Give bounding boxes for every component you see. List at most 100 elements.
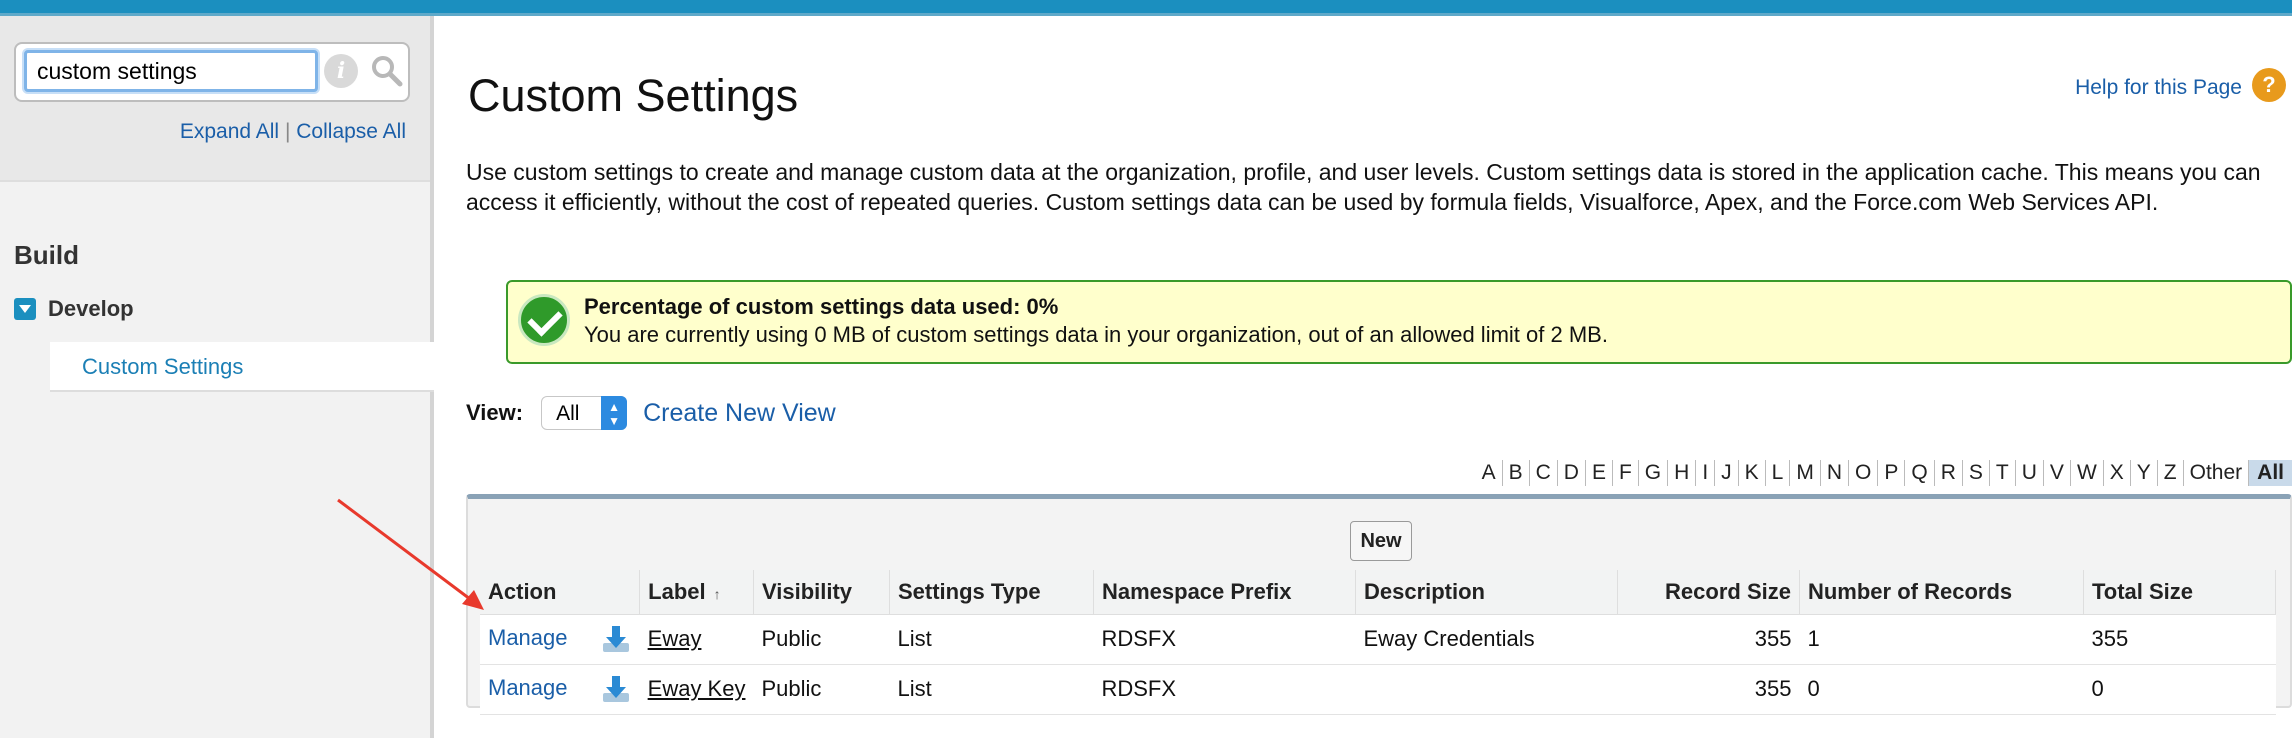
help-icon[interactable]: ? xyxy=(2252,68,2286,102)
alphabet-filter-letter[interactable]: E xyxy=(1586,460,1613,486)
alphabet-filter-letter[interactable]: Other xyxy=(2184,460,2250,486)
column-header-visibility[interactable]: Visibility xyxy=(753,570,890,615)
download-icon[interactable] xyxy=(600,673,632,705)
label-link[interactable]: Eway xyxy=(648,626,702,651)
usage-notice: Percentage of custom settings data used:… xyxy=(506,280,2292,364)
usage-notice-text: You are currently using 0 MB of custom s… xyxy=(584,322,1608,347)
alphabet-filter-letter[interactable]: M xyxy=(1790,460,1821,486)
visibility-cell: Public xyxy=(753,614,890,665)
alphabet-filter-letter[interactable]: T xyxy=(1990,460,2016,486)
sort-ascending-icon: ↑ xyxy=(713,585,721,602)
settings-type-cell: List xyxy=(889,614,1094,665)
help-link[interactable]: Help for this Page xyxy=(2075,76,2242,100)
alphabet-filter-letter[interactable]: Z xyxy=(2158,460,2184,486)
select-arrows-icon: ▲ ▼ xyxy=(601,396,628,430)
table-row: Manage Eway Key Public List RDSFX 355 0 xyxy=(480,664,2276,715)
custom-settings-list: New Action Label ↑ Visibility Settings Ty… xyxy=(466,494,2292,715)
record-size-cell: 355 xyxy=(1617,614,1800,665)
alphabet-filter-letter[interactable]: K xyxy=(1739,460,1766,486)
custom-settings-table: Action Label ↑ Visibility Settings Type N… xyxy=(480,570,2277,715)
sidebar-item-custom-settings[interactable]: Custom Settings xyxy=(50,342,434,392)
column-header-namespace-prefix[interactable]: Namespace Prefix xyxy=(1093,570,1356,615)
alphabet-filter-letter[interactable]: Y xyxy=(2131,460,2158,486)
visibility-cell: Public xyxy=(753,664,890,715)
total-size-cell: 0 xyxy=(2083,664,2276,715)
quick-find-input[interactable] xyxy=(24,50,318,92)
column-header-description[interactable]: Description xyxy=(1355,570,1618,615)
alphabet-filter-letter[interactable]: B xyxy=(1503,460,1530,486)
search-icon[interactable] xyxy=(368,52,404,88)
number-of-records-cell: 0 xyxy=(1799,664,2084,715)
column-header-settings-type[interactable]: Settings Type xyxy=(889,570,1094,615)
new-button[interactable]: New xyxy=(1350,521,1412,561)
manage-link[interactable]: Manage xyxy=(488,625,568,650)
alphabet-filter-letter[interactable]: J xyxy=(1715,460,1739,486)
alphabet-filter-letter[interactable]: Q xyxy=(1905,460,1935,486)
link-separator: | xyxy=(284,120,291,143)
annotation-arrow-icon xyxy=(337,498,484,610)
namespace-prefix-cell: RDSFX xyxy=(1093,664,1356,715)
record-size-cell: 355 xyxy=(1617,664,1800,715)
label-cell: Eway xyxy=(639,614,754,665)
alphabet-filter: A B C D E F G H I J K L M N O P Q R S T U V W X Y Z Other All xyxy=(1476,460,2292,486)
alphabet-filter-letter[interactable]: All xyxy=(2249,460,2292,486)
alphabet-filter-letter[interactable]: X xyxy=(2104,460,2131,486)
download-icon[interactable] xyxy=(600,623,632,655)
alphabet-filter-letter[interactable]: W xyxy=(2071,460,2104,486)
setup-tree: Build Develop Custom Settings xyxy=(0,180,434,738)
alphabet-filter-letter[interactable]: P xyxy=(1878,460,1906,486)
top-brand-bar xyxy=(0,0,2292,16)
view-select-value: All xyxy=(556,402,580,425)
column-header-total-size[interactable]: Total Size xyxy=(2083,570,2277,615)
column-header-number-of-records[interactable]: Number of Records xyxy=(1799,570,2084,615)
action-cell: Manage xyxy=(480,664,640,715)
table-row: Manage Eway Public List RDSFX Eway Crede… xyxy=(480,614,2276,665)
alphabet-filter-letter[interactable]: U xyxy=(2016,460,2044,486)
label-cell: Eway Key xyxy=(639,664,754,715)
develop-node[interactable]: Develop xyxy=(14,296,134,322)
column-header-action: Action xyxy=(480,570,641,615)
alphabet-filter-letter[interactable]: R xyxy=(1935,460,1963,486)
sidebar: i Expand All | Collapse All Build Develo… xyxy=(0,16,434,738)
column-header-label[interactable]: Label ↑ xyxy=(639,570,754,615)
alphabet-filter-letter[interactable]: C xyxy=(1530,460,1558,486)
label-link[interactable]: Eway Key xyxy=(648,676,746,701)
collapse-all-link[interactable]: Collapse All xyxy=(296,120,406,143)
alphabet-filter-letter[interactable]: O xyxy=(1849,460,1879,486)
expand-collapse-links: Expand All | Collapse All xyxy=(180,120,406,144)
view-select[interactable]: All ▲ ▼ xyxy=(541,396,628,430)
page-title: Custom Settings xyxy=(468,70,799,121)
column-header-label-text: Label xyxy=(648,578,706,604)
number-of-records-cell: 1 xyxy=(1799,614,2084,665)
alphabet-filter-letter[interactable]: G xyxy=(1639,460,1669,486)
create-new-view-link[interactable]: Create New View xyxy=(643,399,836,428)
develop-label[interactable]: Develop xyxy=(48,296,134,322)
alphabet-filter-letter[interactable]: I xyxy=(1696,460,1716,486)
alphabet-filter-letter[interactable]: F xyxy=(1613,460,1639,486)
expand-all-link[interactable]: Expand All xyxy=(180,120,279,143)
column-header-record-size[interactable]: Record Size xyxy=(1617,570,1800,615)
collapse-toggle-icon[interactable] xyxy=(14,298,36,320)
alphabet-filter-letter[interactable]: A xyxy=(1476,460,1503,486)
description-cell xyxy=(1355,664,1618,715)
quick-find-box: i xyxy=(14,42,410,102)
info-icon[interactable]: i xyxy=(324,54,358,88)
main-content: Custom Settings Help for this Page ? Use… xyxy=(466,16,2292,738)
view-selector-row: View: All ▲ ▼ Create New View xyxy=(466,396,836,430)
table-header-row: Action Label ↑ Visibility Settings Type N… xyxy=(480,570,2277,615)
action-cell: Manage xyxy=(480,614,640,665)
alphabet-filter-letter[interactable]: V xyxy=(2044,460,2071,486)
total-size-cell: 355 xyxy=(2083,614,2276,665)
alphabet-filter-letter[interactable]: D xyxy=(1558,460,1586,486)
settings-type-cell: List xyxy=(889,664,1094,715)
alphabet-filter-letter[interactable]: L xyxy=(1766,460,1791,486)
alphabet-filter-letter[interactable]: H xyxy=(1668,460,1697,486)
alphabet-filter-letter[interactable]: N xyxy=(1821,460,1850,486)
checkmark-icon xyxy=(518,294,570,346)
namespace-prefix-cell: RDSFX xyxy=(1093,614,1356,665)
alphabet-filter-letter[interactable]: S xyxy=(1963,460,1990,486)
page-description: Use custom settings to create and manage… xyxy=(466,159,2261,215)
description-cell: Eway Credentials xyxy=(1355,614,1618,665)
manage-link[interactable]: Manage xyxy=(488,675,568,700)
usage-notice-title: Percentage of custom settings data used:… xyxy=(584,294,1059,319)
